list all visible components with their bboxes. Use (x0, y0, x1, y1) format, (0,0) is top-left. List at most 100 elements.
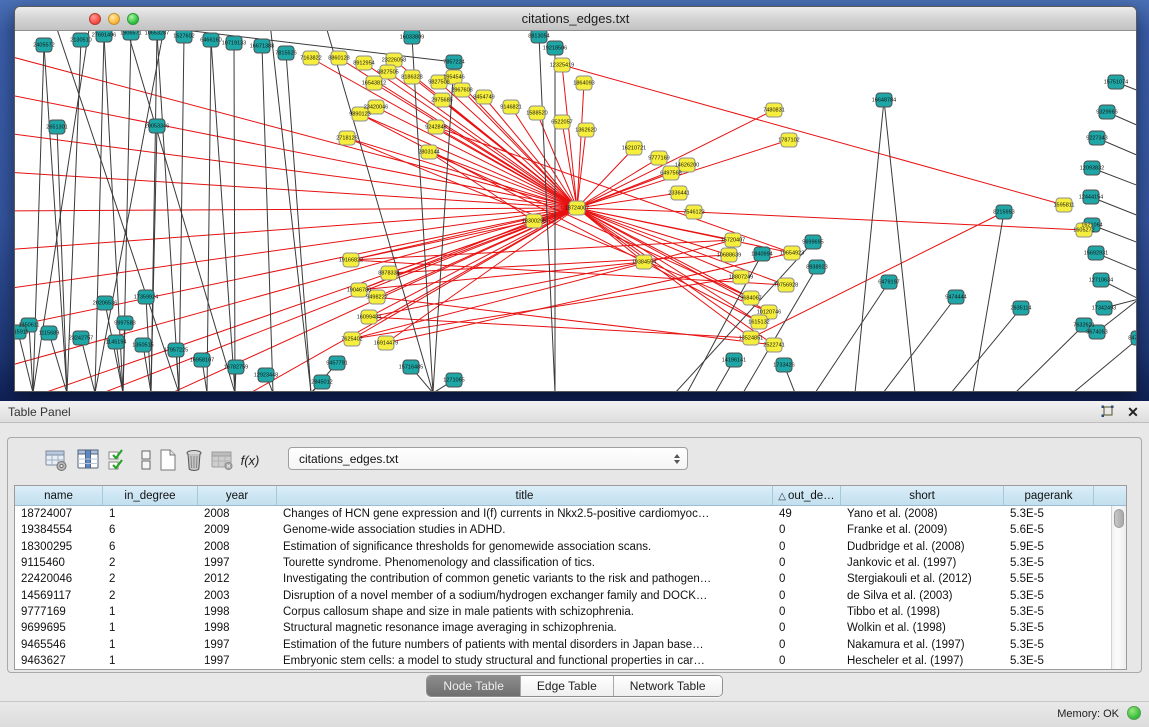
table-cell-name[interactable]: 18300295 (15, 541, 103, 553)
table-cell-pagerank[interactable]: 5.3E-5 (1004, 557, 1094, 569)
table-cell-year[interactable]: 1998 (198, 622, 277, 634)
table-row[interactable]: 969969511998Structural magnetic resonanc… (15, 620, 1111, 636)
table-cell-short[interactable]: de Silva et al. (2003) (841, 590, 1004, 602)
table-cell-name[interactable]: 14569117 (15, 590, 103, 602)
table-cell-out-de-[interactable]: 0 (773, 557, 841, 569)
table-cell-out-de-[interactable]: 49 (773, 508, 841, 520)
citation-edge-red[interactable] (364, 63, 577, 208)
table-cell-pagerank[interactable]: 5.3E-5 (1004, 655, 1094, 667)
function-builder-icon[interactable]: f(x) (236, 446, 264, 474)
citation-edge-red[interactable] (694, 212, 1084, 230)
delete-icon[interactable] (180, 446, 208, 474)
vertical-scrollbar[interactable] (1111, 506, 1126, 669)
table-cell-short[interactable]: Franke et al. (2009) (841, 524, 1004, 536)
table-cell-pagerank[interactable]: 5.3E-5 (1004, 622, 1094, 634)
table-row[interactable]: 977716911998Corpus callosum shape and si… (15, 604, 1111, 620)
window-titlebar[interactable]: citations_edges.txt (15, 7, 1136, 31)
citation-edge-red[interactable] (577, 130, 586, 208)
table-cell-short[interactable]: Tibbo et al. (1998) (841, 606, 1004, 618)
column-header-in-degree[interactable]: in_degree (103, 486, 198, 505)
table-cell-title[interactable]: Investigating the contribution of common… (277, 573, 773, 585)
table-cell-in-degree[interactable]: 2 (103, 557, 198, 569)
table-cell-year[interactable]: 1997 (198, 655, 277, 667)
citation-edge-black[interactable] (95, 35, 104, 391)
citation-edge-black[interactable] (951, 308, 1021, 391)
table-cell-short[interactable]: Yano et al. (2008) (841, 508, 1004, 520)
citation-edge-red[interactable] (352, 277, 741, 339)
scrollbar-thumb[interactable] (1114, 509, 1124, 528)
table-cell-pagerank[interactable]: 5.3E-5 (1004, 606, 1094, 618)
tab-edge-table[interactable]: Edge Table (521, 676, 614, 696)
table-cell-title[interactable]: Genome-wide association studies in ADHD. (277, 524, 773, 536)
table-cell-out-de-[interactable]: 0 (773, 639, 841, 651)
table-cell-short[interactable]: Hescheler et al. (1997) (841, 655, 1004, 667)
citation-edge-black[interactable] (815, 282, 889, 391)
table-cell-title[interactable]: Estimation of significance thresholds fo… (277, 541, 773, 553)
tab-node-table[interactable]: Node Table (427, 676, 521, 696)
table-row[interactable]: 946362711997Embryonic stem cells: a mode… (15, 653, 1111, 669)
table-cell-pagerank[interactable]: 5.3E-5 (1004, 590, 1094, 602)
row-check-icon[interactable] (104, 446, 132, 474)
table-cell-in-degree[interactable]: 2 (103, 573, 198, 585)
table-cell-out-de-[interactable]: 0 (773, 590, 841, 602)
citation-edge-black[interactable] (286, 53, 311, 391)
citation-edge-black[interactable] (207, 40, 211, 391)
table-cell-out-de-[interactable]: 0 (773, 541, 841, 553)
table-cell-name[interactable]: 9463627 (15, 655, 103, 667)
table-cell-in-degree[interactable]: 6 (103, 541, 198, 553)
table-cell-year[interactable]: 2003 (198, 590, 277, 602)
table-row[interactable]: 1872400712008Changes of HCN gene express… (15, 506, 1111, 522)
column-header-out-de-[interactable]: △out_de… (773, 486, 841, 505)
table-cell-in-degree[interactable]: 2 (103, 590, 198, 602)
table-cell-year[interactable]: 1997 (198, 557, 277, 569)
table-cell-name[interactable]: 19384554 (15, 524, 103, 536)
table-cell-pagerank[interactable]: 5.5E-5 (1004, 573, 1094, 585)
citation-edge-black[interactable] (412, 37, 433, 391)
table-cell-year[interactable]: 2008 (198, 508, 277, 520)
table-cell-name[interactable]: 9777169 (15, 606, 103, 618)
table-cell-out-de-[interactable]: 0 (773, 573, 841, 585)
citation-edge-black[interactable] (1015, 325, 1084, 391)
table-cell-title[interactable]: Estimation of the future numbers of pati… (277, 639, 773, 651)
table-row[interactable]: 1938455462009Genome-wide association stu… (15, 522, 1111, 538)
table-cell-in-degree[interactable]: 1 (103, 606, 198, 618)
table-cell-title[interactable]: Corpus callosum shape and size in male p… (277, 606, 773, 618)
table-row[interactable]: 1456911722003Disruption of a novel membe… (15, 587, 1111, 603)
table-cell-year[interactable]: 1998 (198, 606, 277, 618)
citation-edge-red[interactable] (577, 83, 584, 208)
table-cell-title[interactable]: Disruption of a novel member of a sodium… (277, 590, 773, 602)
citation-edge-black[interactable] (973, 212, 1004, 391)
table-cell-name[interactable]: 22420046 (15, 573, 103, 585)
citation-edge-black[interactable] (262, 46, 273, 391)
table-cell-out-de-[interactable]: 0 (773, 606, 841, 618)
table-cell-short[interactable]: Dudbridge et al. (2008) (841, 541, 1004, 553)
table-cell-out-de-[interactable]: 0 (773, 524, 841, 536)
citation-edge-red[interactable] (436, 127, 577, 208)
table-cell-title[interactable]: Embryonic stem cells: a model to study s… (277, 655, 773, 667)
table-cell-pagerank[interactable]: 5.3E-5 (1004, 508, 1094, 520)
table-cell-year[interactable]: 2009 (198, 524, 277, 536)
table-cell-in-degree[interactable]: 1 (103, 622, 198, 634)
column-header-year[interactable]: year (198, 486, 277, 505)
citation-edge-black[interactable] (884, 100, 915, 391)
table-cell-out-de-[interactable]: 0 (773, 622, 841, 634)
table-cell-short[interactable]: Nakamura et al. (1997) (841, 639, 1004, 651)
table-row[interactable]: 946554611997Estimation of the future num… (15, 636, 1111, 652)
column-header-pagerank[interactable]: pagerank (1004, 486, 1094, 505)
network-canvas[interactable]: 2405572213051027691406190657110653287152… (15, 31, 1136, 391)
table-cell-in-degree[interactable]: 1 (103, 508, 198, 520)
citation-edge-black[interactable] (270, 31, 311, 391)
citation-edge-red[interactable] (374, 83, 577, 208)
table-cell-year[interactable]: 1997 (198, 639, 277, 651)
citation-edge-black[interactable] (151, 126, 157, 391)
citation-edge-red[interactable] (15, 131, 577, 208)
table-cell-short[interactable]: Stergiakouli et al. (2012) (841, 573, 1004, 585)
tab-network-table[interactable]: Network Table (614, 676, 722, 696)
new-file-icon[interactable] (154, 446, 182, 474)
citation-edge-red[interactable] (376, 107, 577, 208)
citation-edge-black[interactable] (883, 297, 956, 391)
citation-edge-black[interactable] (1073, 338, 1136, 391)
float-window-icon[interactable] (1099, 404, 1115, 420)
table-cell-year[interactable]: 2012 (198, 573, 277, 585)
citation-edge-red[interactable] (577, 208, 729, 255)
